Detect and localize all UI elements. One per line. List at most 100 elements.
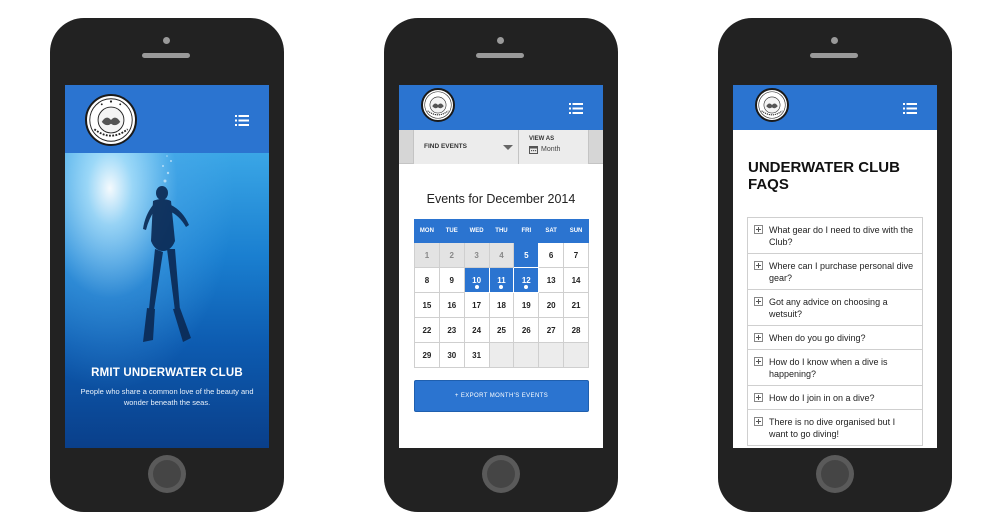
faq-item[interactable]: There is no dive organised but I want to…: [748, 410, 922, 446]
calendar-day-number: 6: [548, 250, 554, 260]
club-logo[interactable]: [85, 94, 137, 146]
calendar-week-row: 29 30 31: [414, 342, 589, 368]
calendar-day[interactable]: 6: [538, 242, 565, 268]
calendar-day-number: 7: [573, 250, 579, 260]
calendar-day[interactable]: 23: [438, 317, 465, 343]
hero-subtitle: People who share a common love of the be…: [80, 387, 254, 407]
phone-mockup-home: RMIT UNDERWATER CLUB People who share a …: [50, 18, 284, 512]
phone-camera: [831, 37, 838, 44]
plus-box-icon: [754, 225, 763, 234]
club-logo-emblem-icon: [758, 91, 786, 119]
calendar-day[interactable]: 19: [513, 292, 540, 318]
calendar-day[interactable]: 13: [538, 267, 565, 293]
calendar-day-number: 23: [447, 325, 457, 335]
faq-item[interactable]: How do I know when a dive is happening?: [748, 350, 922, 386]
calendar-week-row: 8 9 10 11 12 13 14: [414, 267, 589, 293]
calendar-day[interactable]: 2: [438, 242, 465, 268]
calendar-day-number: 13: [546, 275, 556, 285]
calendar-day[interactable]: 7: [563, 242, 589, 268]
calendar-day[interactable]: 28: [563, 317, 589, 343]
calendar-day[interactable]: 25: [488, 317, 515, 343]
calendar-day[interactable]: 10: [463, 267, 490, 293]
calendar-day[interactable]: 15: [414, 292, 440, 318]
phone-home-button: [482, 455, 520, 493]
calendar-day[interactable]: 14: [563, 267, 589, 293]
faq-item[interactable]: What gear do I need to dive with the Clu…: [748, 218, 922, 254]
export-events-button[interactable]: + EXPORT MONTH'S EVENTS: [414, 380, 589, 412]
event-indicator-dot: [524, 285, 529, 289]
faq-question: There is no dive organised but I want to…: [769, 417, 896, 439]
phone-screen-events: FIND EVENTS VIEW AS Month Events for Dec…: [399, 85, 603, 448]
calendar-day-number: 8: [424, 275, 430, 285]
calendar-day[interactable]: 8: [414, 267, 440, 293]
calendar-day[interactable]: 21: [563, 292, 589, 318]
club-logo-emblem-icon: [424, 91, 452, 119]
club-logo[interactable]: [755, 88, 789, 122]
calendar-day-number: 14: [571, 275, 581, 285]
phone-mockup-faqs: UNDERWATER CLUB FAQS What gear do I need…: [718, 18, 952, 512]
calendar-day[interactable]: 12: [513, 267, 540, 293]
calendar-day[interactable]: 31: [463, 342, 490, 368]
calendar-day[interactable]: 16: [438, 292, 465, 318]
calendar-day[interactable]: 4: [488, 242, 515, 268]
calendar-day-number: 10: [472, 275, 482, 285]
calendar-day-number: 18: [497, 300, 506, 310]
weekday-header: THU: [488, 219, 515, 243]
calendar-day[interactable]: 11: [488, 267, 515, 293]
menu-icon[interactable]: [903, 103, 917, 114]
faq-question: Got any advice on choosing a wetsuit?: [769, 297, 888, 319]
calendar-day-number: 17: [472, 300, 482, 310]
plus-box-icon: [754, 417, 763, 426]
calendar-day-number: 24: [472, 325, 482, 335]
faq-item[interactable]: Where can I purchase personal dive gear?: [748, 254, 922, 290]
faq-question: How do I know when a dive is happening?: [769, 357, 888, 379]
site-header: [399, 85, 603, 130]
calendar-day[interactable]: 5: [513, 242, 540, 268]
view-as-selector[interactable]: VIEW AS Month: [519, 130, 589, 164]
phone-screen-faqs: UNDERWATER CLUB FAQS What gear do I need…: [733, 85, 937, 448]
calendar-empty-cell: [513, 342, 540, 368]
calendar-day[interactable]: 17: [463, 292, 490, 318]
plus-box-icon: [754, 261, 763, 270]
calendar-day[interactable]: 18: [488, 292, 515, 318]
menu-icon[interactable]: [235, 115, 249, 126]
calendar-day-number: 16: [447, 300, 457, 310]
menu-icon[interactable]: [569, 103, 583, 114]
hero-image: RMIT UNDERWATER CLUB People who share a …: [65, 153, 269, 448]
calendar-week-row: 22 23 24 25 26 27 28: [414, 317, 589, 343]
faq-accordion: What gear do I need to dive with the Clu…: [747, 217, 923, 446]
calendar-day-number: 11: [497, 275, 506, 285]
calendar-day[interactable]: 20: [538, 292, 565, 318]
faq-item[interactable]: How do I join in on a dive?: [748, 386, 922, 410]
view-as-label: VIEW AS: [529, 136, 555, 142]
calendar-day[interactable]: 3: [463, 242, 490, 268]
plus-box-icon: [754, 357, 763, 366]
club-logo[interactable]: [421, 88, 455, 122]
calendar-day[interactable]: 27: [538, 317, 565, 343]
calendar-day-number: 9: [449, 275, 454, 285]
calendar-day-number: 25: [497, 325, 506, 335]
calendar-day[interactable]: 30: [438, 342, 465, 368]
calendar-day-number: 1: [424, 250, 430, 260]
calendar-day[interactable]: 26: [513, 317, 540, 343]
calendar-day-number: 19: [521, 300, 531, 310]
calendar-day[interactable]: 9: [438, 267, 465, 293]
event-indicator-dot: [499, 285, 504, 289]
faq-item[interactable]: Got any advice on choosing a wetsuit?: [748, 290, 922, 326]
faq-question: What gear do I need to dive with the Clu…: [769, 225, 914, 247]
calendar-day-number: 5: [524, 250, 529, 260]
calendar-day[interactable]: 29: [414, 342, 440, 368]
calendar-day[interactable]: 22: [414, 317, 440, 343]
phone-speaker: [142, 53, 190, 58]
calendar-day[interactable]: 24: [463, 317, 490, 343]
faq-item[interactable]: When do you go diving?: [748, 326, 922, 350]
weekday-header: TUE: [438, 219, 465, 243]
calendar-day-number: 15: [422, 300, 432, 310]
phone-speaker: [476, 53, 524, 58]
faq-question: When do you go diving?: [769, 333, 866, 343]
club-logo-emblem-icon: [89, 98, 133, 142]
hero-title: RMIT UNDERWATER CLUB: [91, 367, 243, 379]
calendar-day[interactable]: 1: [414, 242, 440, 268]
find-events-dropdown[interactable]: FIND EVENTS: [413, 130, 519, 164]
faq-question: How do I join in on a dive?: [769, 393, 875, 403]
